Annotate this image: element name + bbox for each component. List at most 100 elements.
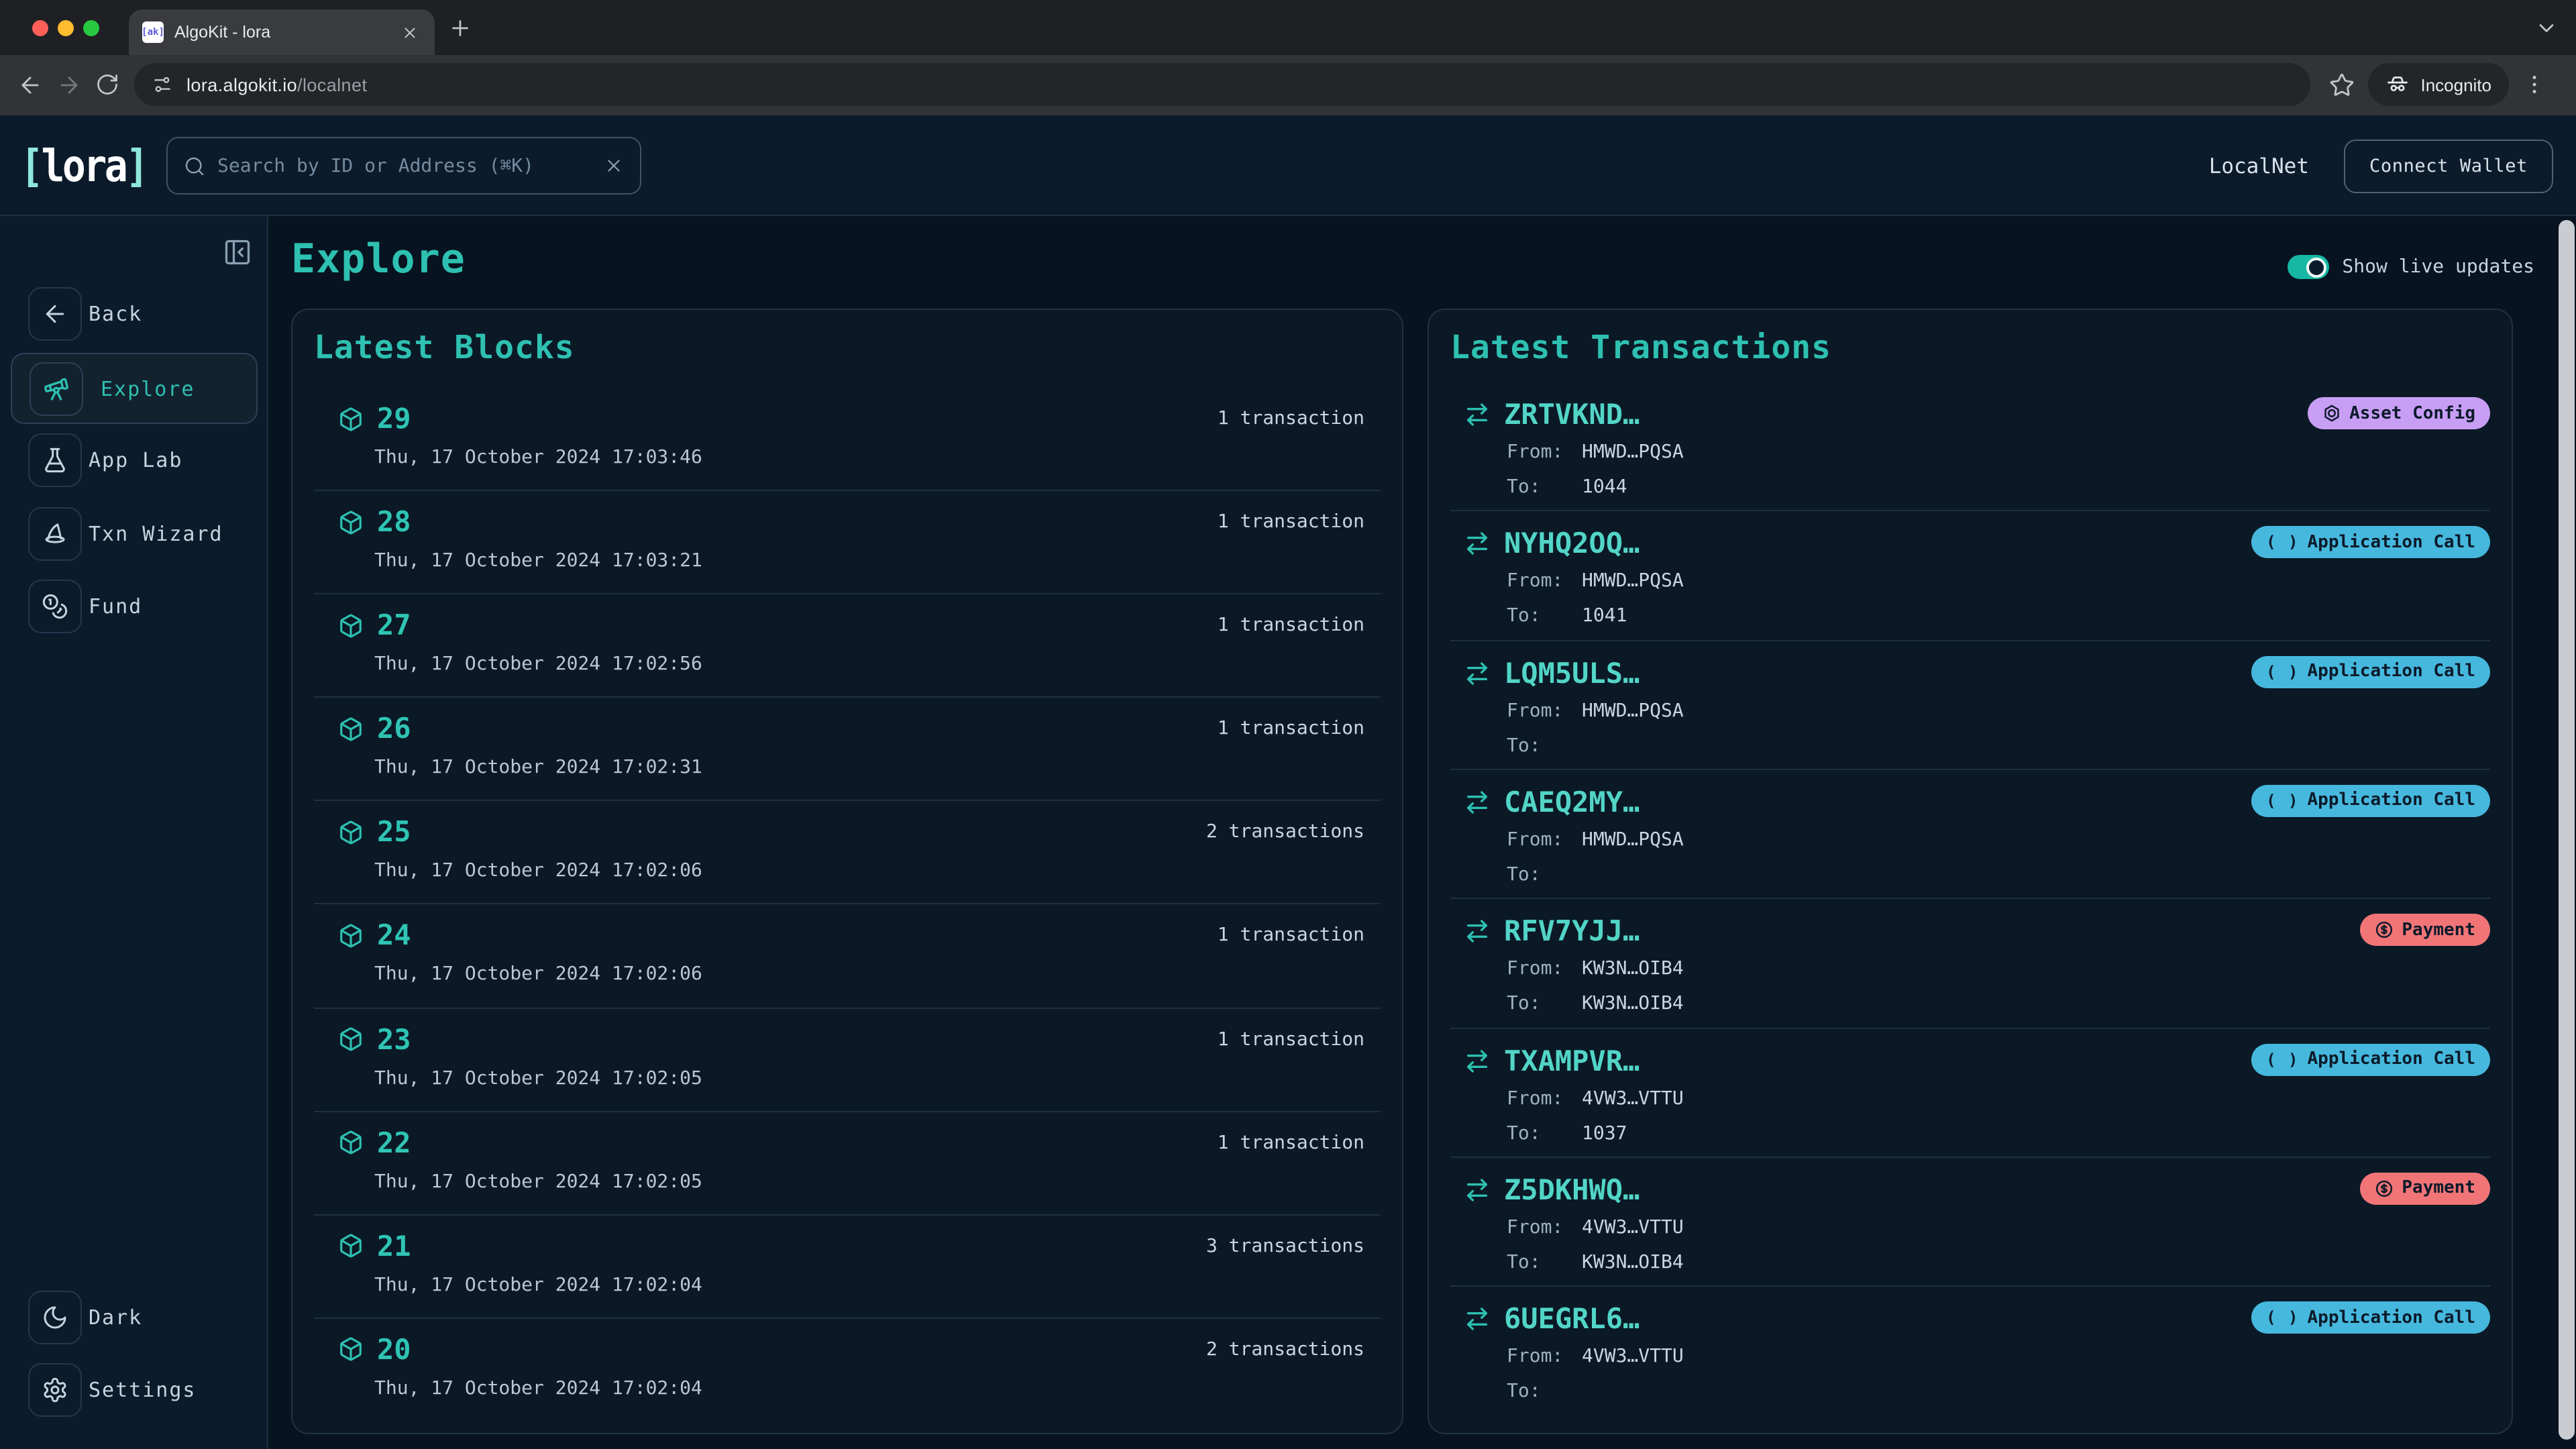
transaction-id-link[interactable]: 6UEGRL6…	[1504, 1303, 1640, 1336]
block-row[interactable]: 27 1 transaction Thu, 17 October 2024 17…	[314, 594, 1381, 698]
transaction-arrows-icon	[1464, 789, 1491, 816]
bookmark-star-icon[interactable]	[2329, 72, 2355, 98]
block-row[interactable]: 24 1 transaction Thu, 17 October 2024 17…	[314, 905, 1381, 1009]
block-cube-icon	[338, 1130, 364, 1155]
to-label: To:	[1507, 1251, 1541, 1273]
from-value[interactable]: 4VW3…VTTU	[1582, 1346, 1684, 1368]
tab-close-icon[interactable]	[397, 20, 421, 44]
transaction-row[interactable]: TXAMPVR… ( ) Application Call From: 4VW3…V…	[1450, 1028, 2490, 1158]
transaction-id-link[interactable]: TXAMPVR…	[1504, 1044, 1640, 1077]
txn-type-badge: Asset Config	[2308, 397, 2490, 429]
search-box[interactable]	[166, 137, 641, 195]
block-number-link[interactable]: 23	[377, 1023, 411, 1055]
block-row[interactable]: 25 2 transactions Thu, 17 October 2024 1…	[314, 802, 1381, 905]
tab-title: AlgoKit - lora	[174, 23, 271, 42]
network-selector[interactable]: LocalNet	[2209, 154, 2309, 178]
address-bar[interactable]: lora.algokit.io/localnet	[134, 63, 2310, 106]
block-number-link[interactable]: 25	[377, 816, 411, 849]
latest-transactions-title: Latest Transactions	[1450, 329, 1832, 366]
block-number-link[interactable]: 27	[377, 609, 411, 641]
block-number-link[interactable]: 29	[377, 402, 411, 435]
block-timestamp: Thu, 17 October 2024 17:02:06	[374, 860, 702, 882]
transaction-row[interactable]: Z5DKHWQ… Payment From: 4VW3…VTTU To: KW3N……	[1450, 1158, 2490, 1287]
from-value[interactable]: HMWD…PQSA	[1582, 441, 1684, 463]
to-label: To:	[1507, 735, 1541, 757]
from-value[interactable]: HMWD…PQSA	[1582, 700, 1684, 721]
transaction-id-link[interactable]: CAEQ2MY…	[1504, 786, 1640, 818]
site-info-icon[interactable]	[152, 74, 173, 95]
collapse-sidebar-icon[interactable]	[223, 237, 252, 267]
transaction-id-link[interactable]: Z5DKHWQ…	[1504, 1174, 1640, 1206]
forward-nav-icon[interactable]	[56, 72, 82, 98]
from-label: From:	[1507, 1346, 1564, 1368]
browser-menu-icon[interactable]	[2522, 72, 2546, 97]
txn-type-label: Application Call	[2307, 790, 2475, 811]
search-icon	[185, 156, 204, 175]
block-number-link[interactable]: 24	[377, 920, 411, 952]
from-value[interactable]: HMWD…PQSA	[1582, 571, 1684, 592]
zoom-window-button[interactable]	[83, 20, 99, 36]
transaction-row[interactable]: LQM5ULS… ( ) Application Call From: HMWD…P…	[1450, 641, 2490, 770]
transaction-row[interactable]: CAEQ2MY… ( ) Application Call From: HMWD…P…	[1450, 770, 2490, 900]
tab-search-chevron-icon[interactable]	[2534, 16, 2559, 40]
transaction-id-link[interactable]: LQM5ULS…	[1504, 657, 1640, 689]
new-tab-button[interactable]	[448, 16, 472, 40]
block-row[interactable]: 29 1 transaction Thu, 17 October 2024 17…	[314, 388, 1381, 492]
block-number-link[interactable]: 26	[377, 713, 411, 745]
transaction-row[interactable]: ZRTVKND… Asset Config From: HMWD…PQSA To:…	[1450, 382, 2490, 512]
transaction-arrows-icon	[1464, 918, 1491, 945]
txn-type-icon: ( )	[2266, 662, 2300, 682]
block-row[interactable]: 26 1 transaction Thu, 17 October 2024 17…	[314, 698, 1381, 802]
block-number-link[interactable]: 28	[377, 506, 411, 538]
block-number-link[interactable]: 20	[377, 1334, 411, 1366]
from-value[interactable]: HMWD…PQSA	[1582, 829, 1684, 851]
incognito-badge: Incognito	[2368, 63, 2509, 106]
to-value[interactable]: 1044	[1582, 476, 1627, 498]
to-value[interactable]: 1041	[1582, 606, 1627, 627]
to-value[interactable]: KW3N…OIB4	[1582, 1252, 1684, 1273]
transaction-id-link[interactable]: ZRTVKND…	[1504, 398, 1640, 431]
transaction-row[interactable]: NYHQ2OQ… ( ) Application Call From: HMWD…P…	[1450, 512, 2490, 641]
block-timestamp: Thu, 17 October 2024 17:02:56	[374, 653, 702, 676]
from-value[interactable]: 4VW3…VTTU	[1582, 1087, 1684, 1109]
page-scrollbar[interactable]	[2559, 220, 2575, 1440]
block-row[interactable]: 20 2 transactions Thu, 17 October 2024 1…	[314, 1319, 1381, 1422]
block-number-link[interactable]: 21	[377, 1230, 411, 1263]
block-row[interactable]: 28 1 transaction Thu, 17 October 2024 17…	[314, 491, 1381, 595]
transaction-row[interactable]: 6UEGRL6… ( ) Application Call From: 4VW3…V…	[1450, 1287, 2490, 1417]
from-value[interactable]: 4VW3…VTTU	[1582, 1217, 1684, 1238]
clear-search-icon[interactable]	[604, 156, 624, 176]
transaction-id-link[interactable]: NYHQ2OQ…	[1504, 528, 1640, 560]
sidebar: Back Explore App Lab Txn Wizard Fund Dar…	[0, 216, 268, 1449]
to-value[interactable]: KW3N…OIB4	[1582, 994, 1684, 1015]
live-updates-toggle[interactable]	[2287, 255, 2329, 279]
minimize-window-button[interactable]	[58, 20, 74, 36]
txn-type-label: Application Call	[2307, 532, 2475, 553]
block-row[interactable]: 21 3 transactions Thu, 17 October 2024 1…	[314, 1216, 1381, 1319]
txn-type-badge: ( ) Application Call	[2251, 1301, 2490, 1334]
to-label: To:	[1507, 863, 1541, 885]
close-window-button[interactable]	[32, 20, 48, 36]
sidebar-item-label: Settings	[89, 1378, 197, 1402]
from-value[interactable]: KW3N…OIB4	[1582, 959, 1684, 980]
sidebar-item-explore[interactable]: Explore	[11, 353, 258, 424]
txn-type-label: Application Call	[2307, 1049, 2475, 1070]
lora-logo[interactable]: [lora]	[20, 140, 149, 192]
transaction-id-link[interactable]: RFV7YJJ…	[1504, 916, 1640, 948]
to-label: To:	[1507, 1122, 1541, 1144]
block-timestamp: Thu, 17 October 2024 17:02:05	[374, 1067, 702, 1089]
block-row[interactable]: 23 1 transaction Thu, 17 October 2024 17…	[314, 1008, 1381, 1112]
to-label: To:	[1507, 476, 1541, 498]
back-nav-icon[interactable]	[17, 72, 43, 98]
search-input[interactable]	[217, 155, 604, 176]
block-number-link[interactable]: 22	[377, 1126, 411, 1159]
page-title: Explore	[291, 236, 466, 283]
to-value[interactable]: 1037	[1582, 1122, 1627, 1144]
transaction-row[interactable]: RFV7YJJ… Payment From: KW3N…OIB4 To: KW3N……	[1450, 900, 2490, 1029]
browser-tab[interactable]: [ak] AlgoKit - lora	[129, 9, 435, 55]
reload-icon[interactable]	[95, 72, 121, 98]
block-timestamp: Thu, 17 October 2024 17:02:04	[374, 1274, 702, 1296]
block-row[interactable]: 22 1 transaction Thu, 17 October 2024 17…	[314, 1112, 1381, 1216]
connect-wallet-button[interactable]: Connect Wallet	[2344, 139, 2553, 193]
txn-type-icon: ( )	[2266, 533, 2300, 552]
